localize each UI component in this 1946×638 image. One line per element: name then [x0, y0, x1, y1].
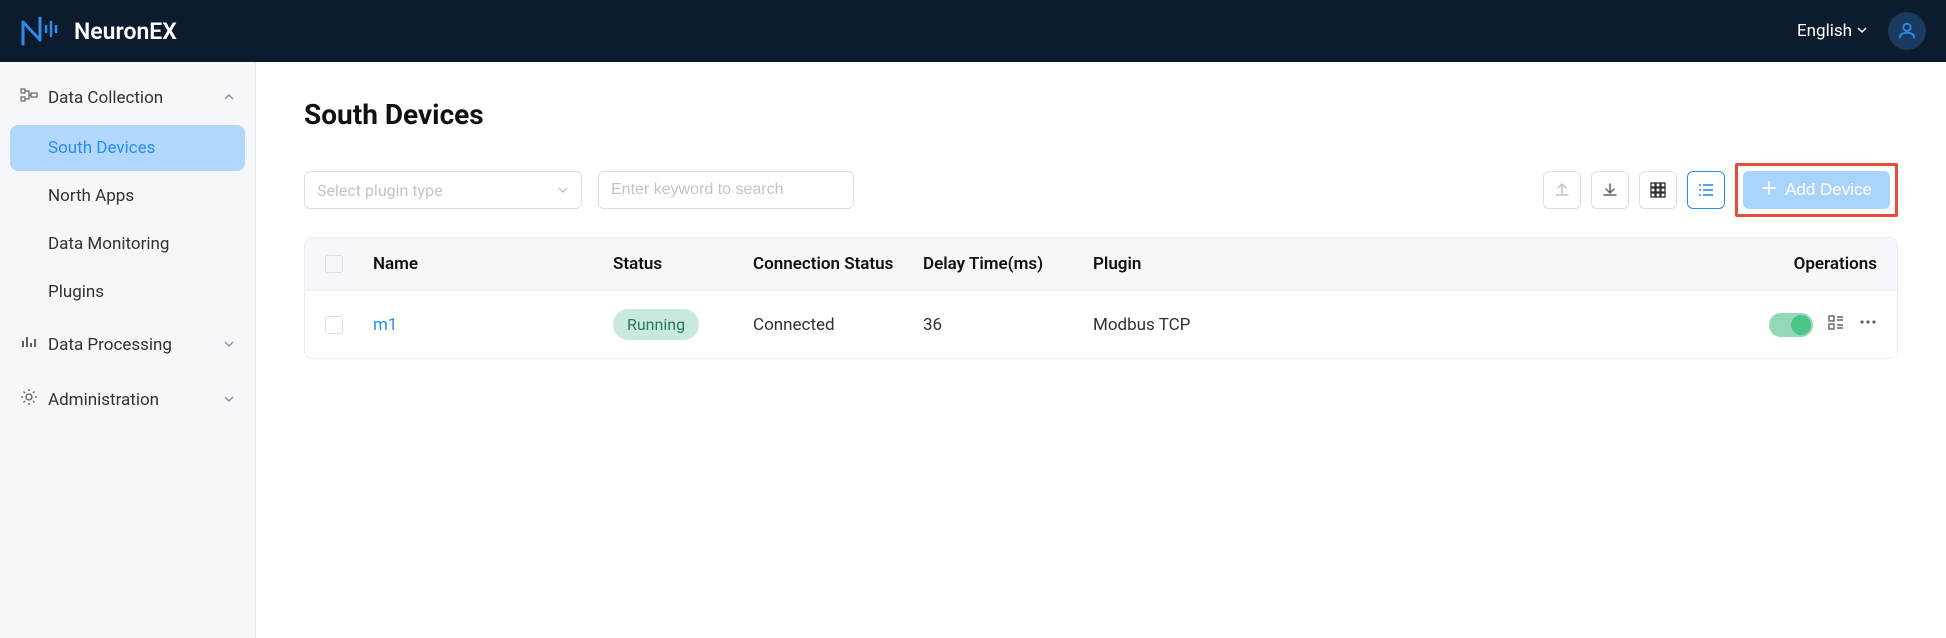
chevron-down-icon — [223, 390, 235, 409]
user-avatar[interactable] — [1888, 12, 1926, 50]
column-header-plugin: Plugin — [1093, 254, 1717, 274]
more-icon[interactable] — [1859, 313, 1877, 336]
sidebar-section-title-admin: Administration — [20, 388, 159, 411]
row-checkbox[interactable] — [325, 316, 343, 334]
language-label: English — [1797, 21, 1852, 41]
sidebar-header-data-processing[interactable]: Data Processing — [10, 319, 245, 370]
main-content: South Devices Select plugin type — [256, 62, 1946, 638]
sidebar-section-data-collection: Data Collection South Devices North Apps… — [10, 72, 245, 315]
app-header: NeuronEX English — [0, 0, 1946, 62]
table-row: m1 Running Connected 36 Modbus TCP — [305, 290, 1897, 358]
list-view-button[interactable] — [1687, 171, 1725, 209]
download-icon — [1601, 181, 1619, 199]
sidebar-item-data-monitoring[interactable]: Data Monitoring — [10, 221, 245, 267]
column-header-connection: Connection Status — [753, 254, 923, 274]
language-selector[interactable]: English — [1797, 21, 1868, 41]
column-header-delay: Delay Time(ms) — [923, 254, 1093, 274]
sidebar-header-administration[interactable]: Administration — [10, 374, 245, 425]
select-all-checkbox[interactable] — [325, 255, 343, 273]
sidebar-section-administration: Administration — [10, 374, 245, 425]
toolbar-left: Select plugin type — [304, 171, 854, 209]
devices-table: Name Status Connection Status Delay Time… — [304, 237, 1898, 359]
app-title: NeuronEX — [74, 18, 177, 45]
gear-icon — [20, 388, 38, 411]
toolbar-right: Add Device — [1543, 163, 1898, 217]
app-logo-icon — [20, 16, 60, 46]
chevron-down-icon — [223, 335, 235, 354]
column-header-status: Status — [613, 254, 753, 274]
chevron-up-icon — [223, 88, 235, 107]
search-input[interactable] — [598, 171, 854, 209]
list-icon — [1697, 181, 1715, 199]
device-name-cell: m1 — [373, 315, 613, 335]
sidebar-item-north-apps[interactable]: North Apps — [10, 173, 245, 219]
header-left: NeuronEX — [20, 16, 177, 46]
sidebar-item-south-devices[interactable]: South Devices — [10, 125, 245, 171]
chevron-down-icon — [557, 181, 569, 200]
plugin-type-select[interactable]: Select plugin type — [304, 171, 582, 209]
upload-button[interactable] — [1543, 171, 1581, 209]
add-device-label: Add Device — [1785, 180, 1872, 200]
download-button[interactable] — [1591, 171, 1629, 209]
row-checkbox-col — [325, 316, 373, 334]
upload-icon — [1553, 181, 1571, 199]
select-placeholder: Select plugin type — [317, 181, 443, 200]
page-title: South Devices — [304, 98, 1898, 131]
grid-view-button[interactable] — [1639, 171, 1677, 209]
device-delay-cell: 36 — [923, 315, 1093, 335]
column-header-name: Name — [373, 254, 613, 274]
plus-icon — [1761, 180, 1777, 201]
settings-icon[interactable] — [1827, 313, 1845, 336]
grid-icon — [1649, 181, 1667, 199]
data-collection-icon — [20, 86, 38, 109]
user-icon — [1896, 20, 1918, 42]
status-badge: Running — [613, 309, 699, 340]
table-header: Name Status Connection Status Delay Time… — [305, 238, 1897, 290]
sidebar-section-data-processing: Data Processing — [10, 319, 245, 370]
header-right: English — [1797, 12, 1926, 50]
chevron-down-icon — [1856, 21, 1868, 41]
add-device-highlight: Add Device — [1735, 163, 1898, 217]
device-connection-cell: Connected — [753, 315, 923, 335]
device-link[interactable]: m1 — [373, 315, 397, 335]
toolbar: Select plugin type — [304, 163, 1898, 217]
device-operations-cell — [1717, 313, 1877, 337]
column-header-operations: Operations — [1717, 254, 1877, 274]
sidebar-header-data-collection[interactable]: Data Collection — [10, 72, 245, 123]
header-checkbox-col — [325, 254, 373, 274]
data-processing-icon — [20, 333, 38, 356]
add-device-button[interactable]: Add Device — [1743, 171, 1890, 209]
device-plugin-cell: Modbus TCP — [1093, 315, 1717, 335]
sidebar: Data Collection South Devices North Apps… — [0, 62, 256, 638]
sidebar-section-title-dc: Data Collection — [20, 86, 163, 109]
main-container: Data Collection South Devices North Apps… — [0, 62, 1946, 638]
sidebar-item-plugins[interactable]: Plugins — [10, 269, 245, 315]
sidebar-section-title-dp: Data Processing — [20, 333, 172, 356]
device-toggle[interactable] — [1769, 313, 1813, 337]
device-status-cell: Running — [613, 309, 753, 340]
